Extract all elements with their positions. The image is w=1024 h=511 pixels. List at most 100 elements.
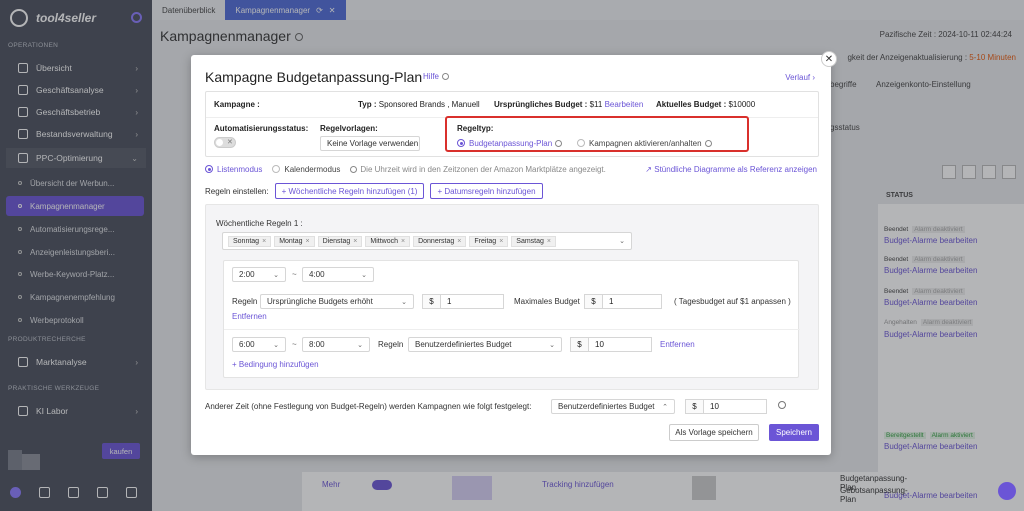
chevron-down-icon: ⌄ [273, 272, 279, 279]
day-tag[interactable]: Montag × [274, 236, 315, 247]
help-icon [555, 140, 563, 147]
other-time-amount-input[interactable]: $10 [685, 399, 767, 414]
rule-conditions-box: 2:00 ⌄ ~ 4:00 ⌄ Regeln Ursprüngliche Budge… [223, 260, 800, 378]
day-tag[interactable]: Mittwoch × [365, 236, 411, 247]
day-tag[interactable]: Samstag × [511, 236, 556, 247]
remove-icon[interactable]: × [353, 238, 357, 245]
save-button[interactable]: Speichern [769, 424, 819, 441]
time-from-select[interactable]: 6:00 ⌄ [232, 337, 286, 352]
radio-icon [577, 139, 585, 147]
select-value: 4:00 [309, 270, 325, 279]
info-icon [350, 166, 358, 173]
verlauf-link[interactable]: Verlauf › [785, 73, 815, 82]
rule-amount-input[interactable]: $10 [570, 337, 652, 352]
support-chat-icon[interactable] [998, 482, 1016, 500]
days-multiselect[interactable]: Sonntag × Montag × Dienstag × Mittwoch × Don… [222, 232, 632, 250]
typ-label: Typ : [358, 100, 377, 109]
time-to-select[interactable]: 8:00 ⌄ [302, 337, 370, 352]
remove-condition-link[interactable]: Entfernen [232, 312, 267, 321]
mode-selector: Listenmodus Kalendermodus Die Uhrzeit wi… [205, 165, 606, 174]
time-to-select[interactable]: 4:00 ⌄ [302, 267, 374, 282]
chevron-down-icon: ⌄ [407, 141, 413, 148]
regeln-label: Regeln [378, 340, 404, 349]
chevron-down-icon: ⌄ [401, 299, 407, 306]
budget-label: Ursprüngliches Budget : [494, 100, 588, 109]
remove-condition-link[interactable]: Entfernen [660, 340, 695, 349]
typ-value: Sponsored Brands , Manuell [378, 100, 480, 109]
select-value: Benutzerdefiniertes Budget [558, 402, 655, 411]
currency-prefix: $ [423, 295, 441, 308]
modal-title: Kampagne Budgetanpassung-Plan [205, 69, 423, 85]
template-select[interactable]: Keine Vorlage verwenden ⌄ [320, 136, 420, 151]
input-value: 1 [447, 297, 452, 306]
day-label: Dienstag [322, 238, 351, 245]
add-weekly-rules-button[interactable]: + Wöchentliche Regeln hinzufügen (1) [274, 183, 425, 199]
weekly-rule-title: Wöchentliche Regeln 1 : [216, 219, 303, 228]
remove-icon[interactable]: × [547, 238, 551, 245]
day-label: Donnerstag [418, 238, 455, 245]
regeln-label: Regeln [232, 297, 258, 306]
tagesbudget-note: ( Tagesbudget auf $1 anpassen ) [674, 297, 791, 306]
day-label: Montag [279, 238, 303, 245]
day-label: Sonntag [233, 238, 260, 245]
regeltyp-highlight-box: Regeltyp: Budgetanpassung-Plan Kampagnen… [445, 116, 749, 152]
range-separator: ~ [292, 340, 297, 349]
chevron-down-icon: ⌄ [549, 342, 555, 349]
max-budget-label: Maximales Budget [514, 297, 580, 306]
edit-budget-link[interactable]: Bearbeiten [605, 100, 644, 109]
budget-field: Ursprüngliches Budget : $11 Bearbeiten [494, 100, 643, 109]
select-value: Keine Vorlage verwenden [327, 139, 419, 148]
rules-toolbar: Regeln einstellen: + Wöchentliche Regeln… [205, 183, 543, 199]
rules-label: Regeln einstellen: [205, 186, 269, 196]
weekly-rules-panel: Wöchentliche Regeln 1 : Sonntag × Montag ×… [205, 204, 819, 390]
select-value: 8:00 [309, 340, 325, 349]
other-time-select[interactable]: Benutzerdefiniertes Budget ⌃ [551, 399, 675, 414]
mode-label: Kalendermodus [284, 165, 341, 174]
add-condition-link[interactable]: + Bedingung hinzufügen [232, 360, 319, 369]
hourly-chart-link[interactable]: ↗ Stündliche Diagramme als Referenz anze… [645, 165, 817, 174]
rule-action-select[interactable]: Benutzerdefiniertes Budget ⌄ [408, 337, 562, 352]
info-icon [442, 73, 450, 80]
chevron-down-icon: ⌄ [619, 238, 625, 245]
aktuell-value: $10000 [728, 100, 756, 109]
day-tag[interactable]: Donnerstag × [413, 236, 467, 247]
rule-action-select[interactable]: Ursprüngliche Budgets erhöht ⌄ [260, 294, 414, 309]
mode-label: Listenmodus [217, 165, 263, 174]
mode-list-radio[interactable]: Listenmodus [205, 165, 262, 174]
currency-prefix: $ [571, 338, 589, 351]
input-value: 10 [595, 340, 604, 349]
timezone-text: Die Uhrzeit wird in den Zeitzonen der Am… [360, 165, 606, 174]
day-tag[interactable]: Freitag × [469, 236, 509, 247]
modal-close-icon[interactable]: ✕ [821, 51, 837, 67]
remove-icon[interactable]: × [401, 238, 405, 245]
aktuell-label: Aktuelles Budget : [656, 100, 727, 109]
regelvorlagen-label: Regelvorlagen: [320, 124, 378, 133]
trend-icon: ↗ [645, 165, 655, 174]
remove-icon[interactable]: × [499, 238, 503, 245]
input-value: 1 [609, 297, 614, 306]
regeltyp-option-activate[interactable]: Kampagnen aktivieren/anhalten [577, 139, 712, 148]
time-from-select[interactable]: 2:00 ⌄ [232, 267, 286, 282]
day-tag[interactable]: Dienstag × [317, 236, 363, 247]
info-icon[interactable] [778, 401, 786, 409]
day-label: Freitag [474, 238, 497, 245]
save-as-template-button[interactable]: Als Vorlage speichern [669, 424, 759, 441]
mode-calendar-radio[interactable]: Kalendermodus [272, 165, 340, 174]
radio-selected-icon [457, 139, 465, 147]
day-label: Samstag [516, 238, 544, 245]
day-tag[interactable]: Sonntag × [228, 236, 272, 247]
chevron-down-icon: ⌄ [357, 342, 363, 349]
day-label: Mittwoch [370, 238, 398, 245]
regeltyp-option-budget[interactable]: Budgetanpassung-Plan [457, 139, 563, 148]
add-date-rules-button[interactable]: + Datumsregeln hinzufügen [430, 183, 543, 199]
auto-status-label: Automatisierungsstatus: [214, 124, 309, 133]
radio-selected-icon [205, 165, 213, 173]
rule-amount-input[interactable]: $1 [422, 294, 504, 309]
input-value: 10 [710, 402, 719, 411]
budget-plan-modal: Kampagne Budgetanpassung-Plan Hilfe Verl… [191, 55, 831, 455]
remove-icon[interactable]: × [262, 238, 266, 245]
help-link[interactable]: Hilfe [423, 72, 450, 81]
remove-icon[interactable]: × [457, 238, 461, 245]
max-budget-input[interactable]: $1 [584, 294, 662, 309]
remove-icon[interactable]: × [306, 238, 310, 245]
